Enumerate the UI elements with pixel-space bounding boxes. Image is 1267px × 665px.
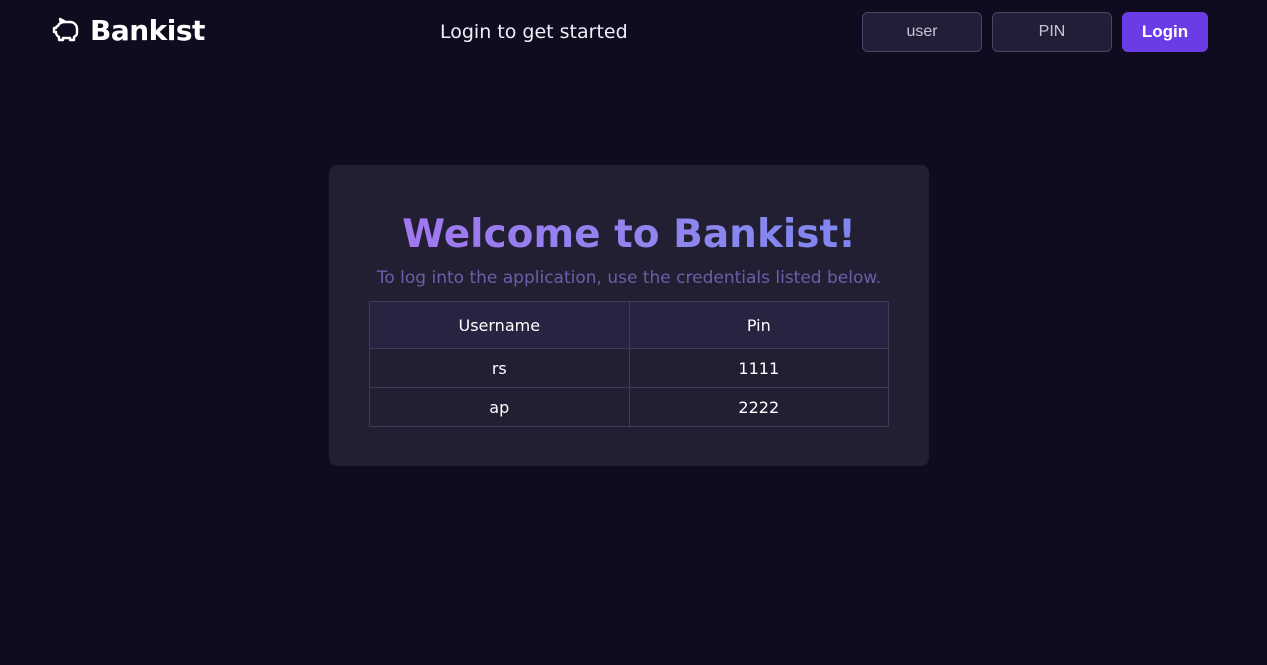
column-header-username: Username — [369, 301, 630, 349]
username-cell: ap — [369, 387, 630, 427]
pin-cell: 1111 — [628, 348, 890, 388]
credentials-table: Username Pin rs 1111 ap 2222 — [369, 301, 890, 427]
table-row: rs 1111 — [369, 348, 890, 388]
welcome-message: Login to get started — [440, 21, 628, 43]
table-header-row: Username Pin — [369, 301, 890, 349]
welcome-card: Welcome to Bankist! To log into the appl… — [329, 165, 929, 466]
login-button[interactable]: Login — [1122, 12, 1208, 52]
brand-name: Bankist — [90, 14, 205, 47]
piggy-bank-icon — [52, 17, 80, 45]
welcome-title: Welcome to Bankist! — [329, 209, 929, 261]
pin-input[interactable] — [992, 12, 1112, 52]
top-nav: Bankist Login to get started Login — [0, 0, 1267, 64]
table-row: ap 2222 — [369, 387, 890, 427]
logo: Bankist — [52, 14, 205, 48]
username-cell: rs — [369, 348, 630, 388]
column-header-pin: Pin — [628, 301, 890, 349]
pin-cell: 2222 — [628, 387, 890, 427]
username-input[interactable] — [862, 12, 982, 52]
login-form: Login — [862, 12, 1208, 52]
welcome-subtitle: To log into the application, use the cre… — [376, 268, 882, 288]
